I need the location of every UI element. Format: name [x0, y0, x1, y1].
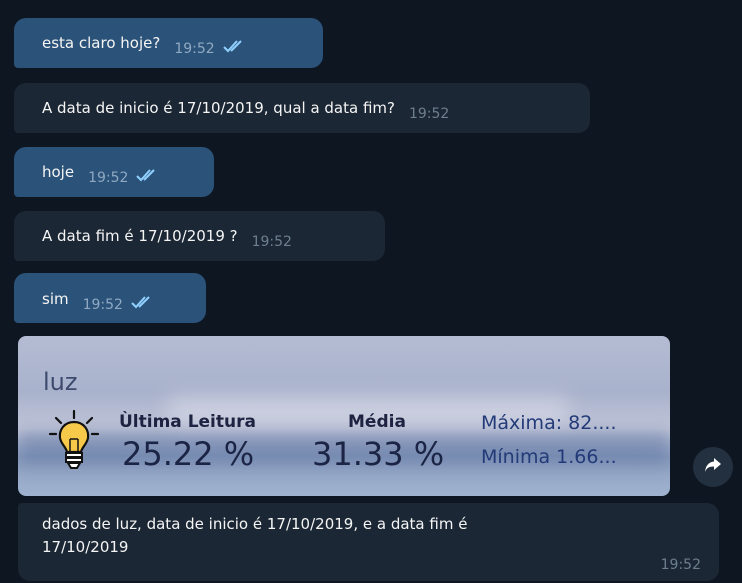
message-time: 19:52	[82, 297, 123, 313]
message-bubble-incoming[interactable]: A data fim é 17/10/2019 ? 19:52	[14, 211, 385, 261]
message-text: hoje	[42, 163, 75, 181]
message-text: A data de inicio é 17/10/2019, qual a da…	[42, 99, 395, 117]
caption-line-2: 17/10/2019	[42, 538, 129, 556]
message-time: 19:52	[88, 170, 129, 186]
message-time: 19:52	[660, 557, 701, 573]
message-bubble-outgoing[interactable]: esta claro hoje? 19:52	[14, 18, 323, 68]
minimum-text: Mínima 1.66...	[481, 446, 617, 468]
lightbulb-icon	[48, 409, 100, 475]
caption-line-1: dados de luz, data de inicio é 17/10/201…	[42, 515, 468, 533]
message-time: 19:52	[408, 106, 450, 122]
message-text: esta claro hoje?	[42, 34, 161, 52]
forward-button[interactable]	[693, 447, 733, 487]
average-label: Média	[348, 412, 406, 432]
maximum-text: Máxima: 82....	[481, 412, 617, 434]
card-title: luz	[43, 368, 78, 396]
message-text: sim	[42, 290, 69, 308]
double-check-icon	[136, 168, 160, 182]
sensor-card-image[interactable]: luz Ùltima Leitura 25.22 % Média 31.33 %…	[18, 336, 670, 496]
message-bubble-incoming[interactable]: A data de inicio é 17/10/2019, qual a da…	[14, 83, 590, 133]
forward-arrow-icon	[704, 457, 722, 477]
message-time: 19:52	[174, 41, 215, 57]
last-reading-value: 25.22 %	[122, 435, 255, 473]
image-caption-bubble[interactable]: dados de luz, data de inicio é 17/10/201…	[18, 503, 719, 581]
double-check-icon	[222, 39, 247, 53]
message-time: 19:52	[251, 234, 292, 250]
average-value: 31.33 %	[312, 435, 445, 473]
message-text: A data fim é 17/10/2019 ?	[42, 227, 238, 245]
double-check-icon	[131, 295, 155, 309]
last-reading-label: Ùltima Leitura	[119, 412, 256, 432]
message-bubble-outgoing[interactable]: sim 19:52	[14, 273, 206, 323]
message-bubble-outgoing[interactable]: hoje 19:52	[14, 147, 214, 197]
